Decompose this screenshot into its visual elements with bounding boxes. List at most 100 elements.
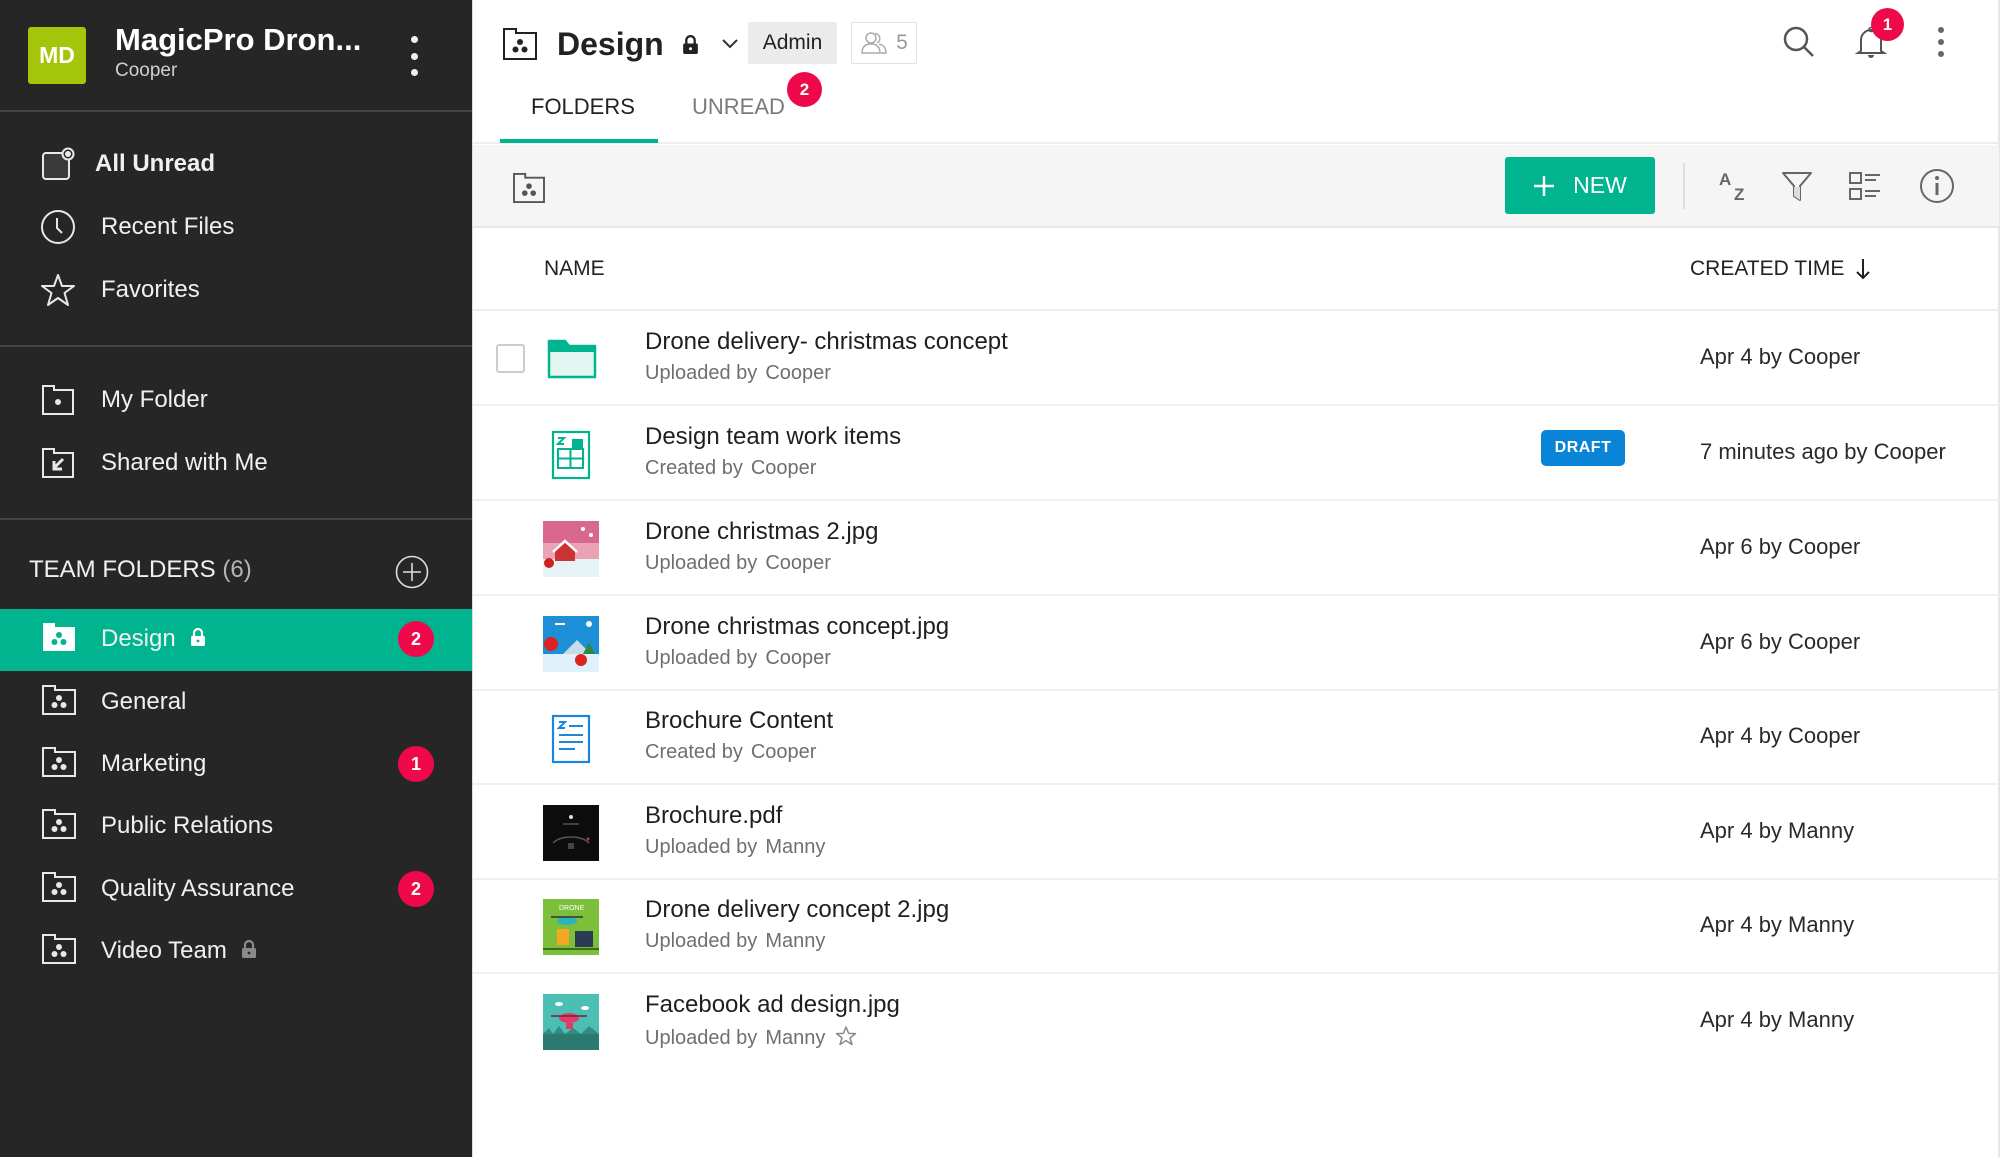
sidebar-item-favorites[interactable]: Favorites: [0, 260, 472, 320]
team-folder-icon: [42, 622, 76, 654]
image-thumbnail: [543, 994, 599, 1050]
file-action: Uploaded by: [645, 647, 758, 669]
folder-title-bar: Design: [503, 22, 739, 66]
filter-icon: [1782, 172, 1812, 201]
org-name[interactable]: MagicPro Dron...: [115, 22, 361, 58]
sidebar-item-label: Video Team: [101, 937, 227, 964]
file-created-time: Apr 4 by Cooper: [1700, 723, 1861, 748]
view-toggle-button[interactable]: [1845, 165, 1887, 207]
file-name[interactable]: Brochure Content: [645, 707, 833, 735]
file-row[interactable]: Design team work items Created by Cooper …: [473, 406, 1999, 501]
favorite-star-icon[interactable]: [835, 1025, 857, 1047]
row-checkbox[interactable]: [496, 344, 525, 373]
active-tab-indicator: [500, 139, 658, 143]
file-owner: Cooper: [765, 552, 831, 574]
file-meta: Uploaded by Cooper: [645, 362, 831, 385]
plus-icon: [1534, 175, 1555, 196]
sidebar-item-my-folder[interactable]: My Folder: [0, 370, 472, 430]
shared-folder-icon: [40, 445, 76, 481]
org-more-menu-icon[interactable]: [402, 36, 426, 76]
members-button[interactable]: 5: [851, 22, 917, 64]
file-name[interactable]: Facebook ad design.jpg: [645, 991, 900, 1019]
unread-badge: 2: [398, 871, 434, 907]
sidebar-divider: [0, 345, 472, 347]
more-options-button[interactable]: [1921, 22, 1961, 62]
file-row[interactable]: DRONE Drone delivery concept 2.jpg Uploa…: [473, 879, 1999, 974]
org-user: Cooper: [115, 60, 178, 81]
lock-icon: [190, 627, 205, 646]
sidebar-item-public-relations[interactable]: Public Relations: [0, 796, 472, 858]
sidebar-item-general[interactable]: General: [0, 672, 472, 734]
notification-badge: 1: [1871, 8, 1904, 41]
new-button[interactable]: NEW: [1505, 157, 1655, 214]
file-row[interactable]: Brochure Content Created by Cooper Apr 4 …: [473, 690, 1999, 785]
tab-folders[interactable]: FOLDERS: [531, 94, 635, 120]
file-owner: Manny: [765, 930, 826, 952]
file-owner: Cooper: [765, 362, 831, 384]
sidebar-item-video-team[interactable]: Video Team: [0, 921, 472, 983]
file-name[interactable]: Brochure.pdf: [645, 802, 782, 830]
column-header-created-time[interactable]: CREATED TIME: [1690, 257, 1871, 281]
unread-badge: 2: [398, 621, 434, 657]
file-meta: Uploaded by Cooper: [645, 647, 831, 670]
file-owner: Cooper: [750, 741, 817, 763]
column-header-name[interactable]: NAME: [544, 257, 605, 281]
tab-bar: FOLDERS UNREAD: [473, 80, 1999, 144]
team-folder-icon: [42, 747, 76, 779]
file-action: Uploaded by: [645, 1027, 758, 1049]
tab-unread[interactable]: UNREAD: [692, 94, 785, 120]
folder-info-button[interactable]: [513, 173, 545, 203]
sidebar-item-quality-assurance[interactable]: Quality Assurance 2: [0, 859, 472, 921]
team-folders-label: TEAM FOLDERS: [29, 556, 216, 583]
sort-button[interactable]: AZ: [1713, 165, 1755, 207]
sidebar-item-all-unread[interactable]: All Unread: [0, 134, 472, 194]
search-icon: [1783, 26, 1814, 57]
org-logo[interactable]: MD: [28, 27, 86, 84]
unread-badge: 1: [398, 746, 434, 782]
sidebar-divider: [0, 518, 472, 520]
sidebar-item-recent-files[interactable]: Recent Files: [0, 197, 472, 257]
file-owner: Manny: [765, 836, 826, 858]
sidebar-item-label: Public Relations: [101, 812, 274, 839]
toolbar: NEW AZ: [473, 145, 1999, 228]
file-owner: Manny: [765, 1027, 826, 1049]
file-meta: Created by Cooper: [645, 741, 816, 764]
sidebar-item-shared-with-me[interactable]: Shared with Me: [0, 433, 472, 493]
file-created-time: Apr 6 by Cooper: [1700, 629, 1861, 654]
add-team-folder-button[interactable]: [395, 555, 429, 589]
team-folder-icon: [513, 173, 545, 203]
pdf-thumbnail: [543, 805, 599, 861]
file-row[interactable]: Drone christmas concept.jpg Uploaded by C…: [473, 596, 1999, 691]
file-row[interactable]: Brochure.pdf Uploaded by Manny Apr 4 by M…: [473, 785, 1999, 880]
filter-button[interactable]: [1776, 165, 1818, 207]
file-name[interactable]: Drone christmas concept.jpg: [645, 613, 949, 641]
sidebar-item-label: My Folder: [101, 386, 208, 413]
folder-icon: [547, 339, 597, 379]
search-button[interactable]: [1779, 22, 1819, 62]
file-action: Uploaded by: [645, 552, 758, 574]
sidebar-item-design[interactable]: Design 2: [0, 609, 472, 671]
team-folders-count: (6): [222, 556, 252, 583]
info-button[interactable]: [1916, 165, 1958, 207]
team-folder-icon: [42, 934, 76, 966]
file-name[interactable]: Drone delivery- christmas concept: [645, 328, 1008, 356]
file-created-time: Apr 4 by Manny: [1700, 1007, 1855, 1032]
team-folders-heading: TEAM FOLDERS (6): [29, 556, 252, 584]
file-row[interactable]: Drone christmas 2.jpg Uploaded by Cooper …: [473, 501, 1999, 596]
sidebar-item-label: All Unread: [95, 150, 216, 177]
sidebar-item-label: Design: [101, 625, 176, 652]
file-row[interactable]: Drone delivery- christmas concept Upload…: [473, 311, 1999, 406]
file-name[interactable]: Design team work items: [645, 423, 901, 451]
svg-text:DRONE: DRONE: [559, 905, 585, 912]
file-name[interactable]: Drone christmas 2.jpg: [645, 518, 878, 546]
team-folder-icon: [42, 685, 76, 717]
file-row[interactable]: Facebook ad design.jpg Uploaded by Manny …: [473, 974, 1999, 1069]
arrow-down-icon: [1856, 259, 1871, 280]
sidebar-item-marketing[interactable]: Marketing 1: [0, 734, 472, 796]
chevron-down-icon[interactable]: [721, 38, 739, 50]
file-name[interactable]: Drone delivery concept 2.jpg: [645, 896, 949, 924]
image-thumbnail: [543, 521, 599, 577]
sidebar: MD MagicPro Dron... Cooper All Unread Re…: [0, 0, 472, 1157]
info-icon: [1920, 169, 1954, 203]
file-created-time: Apr 4 by Cooper: [1700, 344, 1861, 369]
